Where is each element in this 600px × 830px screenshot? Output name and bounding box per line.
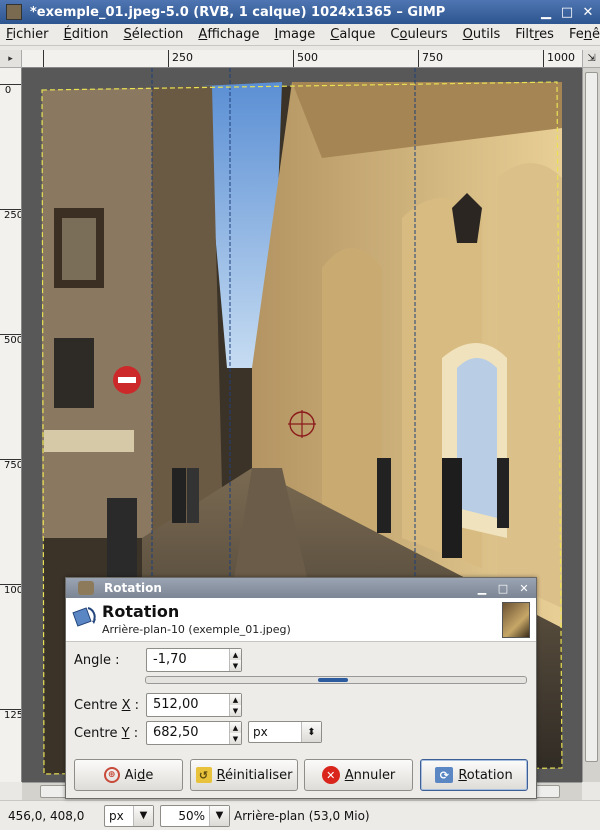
center-unit-selector[interactable]: px ⬍ (248, 721, 322, 743)
reset-icon: ↺ (195, 767, 212, 783)
zoom-selector[interactable]: 50% ▼ (160, 804, 230, 827)
menu-edition[interactable]: Édition (64, 27, 109, 42)
window-title: *exemple_01.jpeg-5.0 (RVB, 1 calque) 102… (30, 4, 446, 20)
menu-outils[interactable]: Outils (463, 27, 501, 42)
horizontal-ruler[interactable]: 250 500 750 1000 (22, 50, 582, 68)
gimp-app-icon (6, 4, 22, 20)
menu-image[interactable]: Image (275, 27, 316, 42)
minimize-icon[interactable]: ▁ (473, 579, 491, 597)
ruler-tick (168, 50, 169, 67)
angle-row: Angle : -1,70 ▲ ▼ (74, 648, 242, 672)
spin-down-icon[interactable]: ▼ (230, 660, 241, 671)
gimp-app-icon (78, 581, 94, 595)
spin-up-icon[interactable]: ▲ (230, 722, 241, 733)
spin-down-icon[interactable]: ▼ (230, 705, 241, 716)
spin-up-icon[interactable]: ▲ (230, 649, 241, 660)
rotate-tool-icon: ⟳ (435, 767, 454, 783)
ruler-label: 1250 (4, 710, 21, 721)
ruler-tick (418, 50, 419, 67)
unit-selector[interactable]: px ▼ (104, 804, 154, 827)
close-icon[interactable]: ✕ (515, 579, 533, 597)
spin-down-icon[interactable]: ▼ (230, 733, 241, 744)
dialog-heading: Rotation (102, 602, 180, 621)
menu-filtres[interactable]: Filtres (515, 27, 554, 42)
chevron-updown-icon: ⬍ (301, 722, 321, 742)
dialog-header: Rotation Arrière-plan-10 (exemple_01.jpe… (66, 598, 536, 642)
dialog-title: Rotation (104, 581, 162, 595)
center-y-label: Centre Y : (74, 725, 139, 741)
window-titlebar[interactable]: *exemple_01.jpeg-5.0 (RVB, 1 calque) 102… (0, 0, 600, 24)
center-y-row: Centre Y : 682,50 ▲ ▼ (74, 721, 242, 745)
dialog-subheading: Arrière-plan-10 (exemple_01.jpeg) (102, 623, 291, 636)
ruler-tick (43, 50, 44, 67)
chevron-down-icon: ▼ (133, 805, 153, 826)
help-button-label: Aide (124, 767, 154, 783)
rotate-button-label: Rotation (458, 767, 513, 783)
menu-couleurs[interactable]: Couleurs (390, 27, 447, 42)
cancel-button-label: Annuler (344, 767, 396, 783)
maximize-icon[interactable]: □ (494, 579, 512, 597)
ruler-label: 0 (4, 85, 12, 96)
ruler-label: 250 (4, 210, 22, 221)
rotate-button[interactable]: ⟳ Rotation (420, 759, 528, 791)
angle-spinbox[interactable]: -1,70 ▲ ▼ (146, 648, 242, 672)
minimize-icon[interactable]: ▁ (537, 3, 555, 21)
menu-affichage[interactable]: Affichage (198, 27, 259, 42)
center-x-row: Centre X : 512,00 ▲ ▼ (74, 693, 242, 717)
rotate-tool-icon (72, 607, 96, 627)
navigate-icon[interactable]: ⇲ (582, 50, 600, 68)
cancel-icon: ✕ (321, 766, 340, 784)
pointer-coordinates: 456,0, 408,0 (8, 808, 85, 823)
cancel-button[interactable]: ✕ Annuler (304, 759, 413, 791)
reset-button[interactable]: ↺ Réinitialiser (190, 759, 298, 791)
chevron-down-icon: ▼ (209, 805, 229, 826)
ruler-label: 500 (4, 335, 22, 346)
menu-fichier[interactable]: Fichier (6, 27, 49, 42)
center-x-label: Centre X : (74, 697, 140, 713)
layer-thumbnail (502, 602, 530, 638)
angle-label: Angle : (74, 652, 120, 668)
layer-info: Arrière-plan (53,0 Mio) (234, 808, 370, 823)
status-bar: 456,0, 408,0 px ▼ 50% ▼ Arrière-plan (53… (0, 800, 600, 830)
ruler-tick (543, 50, 544, 67)
center-y-spinbox[interactable]: 682,50 ▲ ▼ (146, 721, 242, 745)
angle-slider-handle[interactable] (318, 678, 348, 682)
ruler-label: 750 (4, 460, 22, 471)
ruler-label: 1000 (4, 585, 21, 596)
angle-slider[interactable] (145, 676, 527, 684)
maximize-icon[interactable]: □ (558, 3, 576, 21)
ruler-label: 500 (297, 51, 318, 64)
close-icon[interactable]: ✕ (579, 3, 597, 21)
ruler-label: 250 (172, 51, 193, 64)
ruler-label: 1000 (547, 51, 575, 64)
ruler-label: 750 (422, 51, 443, 64)
vertical-scrollbar[interactable] (582, 68, 600, 782)
help-icon: ⊕ (103, 767, 120, 783)
menu-fenetres[interactable]: Fenêtre (569, 27, 600, 42)
rotation-dialog[interactable]: Rotation ▁ □ ✕ Rotation Arrière-plan-10 … (65, 577, 537, 799)
dialog-titlebar[interactable]: Rotation ▁ □ ✕ (66, 578, 536, 598)
center-x-spinbox[interactable]: 512,00 ▲ ▼ (146, 693, 242, 717)
vertical-ruler[interactable]: 0 250 500 750 1000 1250 (0, 68, 22, 782)
spin-up-icon[interactable]: ▲ (230, 694, 241, 705)
vertical-scroll-thumb[interactable] (585, 72, 598, 762)
help-button[interactable]: ⊕ Aide (74, 759, 183, 791)
reset-button-label: Réinitialiser (216, 767, 293, 783)
quick-mask-toggle[interactable]: ▸ (0, 50, 22, 68)
ruler-tick (293, 50, 294, 67)
menu-calque[interactable]: Calque (330, 27, 375, 42)
menu-selection[interactable]: Sélection (123, 27, 183, 42)
menu-bar: Fichier Édition Sélection Affichage Imag… (0, 24, 600, 46)
